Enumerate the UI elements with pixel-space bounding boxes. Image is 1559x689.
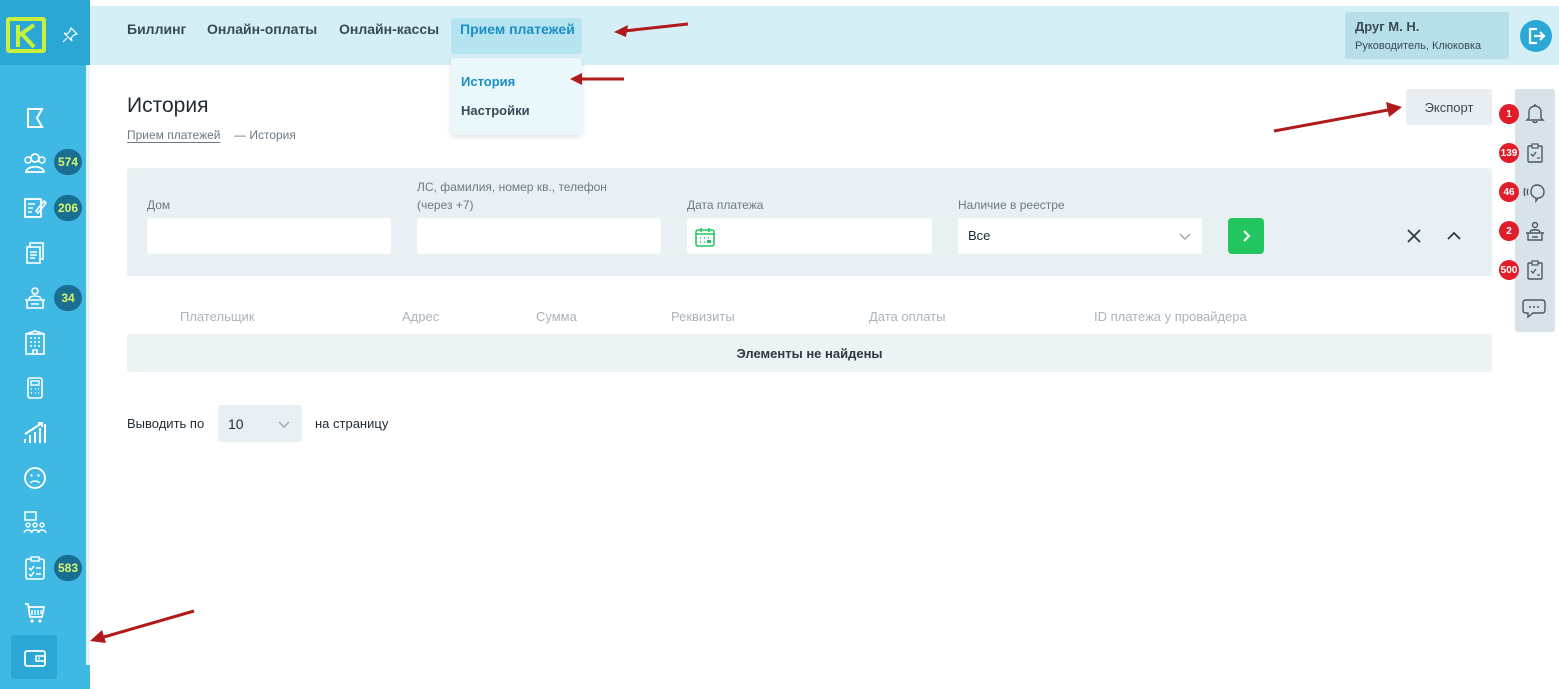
users-count-badge: 574	[54, 149, 82, 175]
cart-icon[interactable]	[20, 598, 50, 628]
collapse-filters-button[interactable]	[1445, 227, 1463, 245]
pin-icon[interactable]	[62, 26, 79, 43]
checks-badge: 500	[1499, 260, 1519, 280]
sad-face-icon[interactable]	[20, 463, 50, 493]
tasks-badge: 139	[1499, 143, 1519, 163]
breadcrumb-current: — История	[234, 128, 296, 142]
apply-filter-button[interactable]	[1228, 218, 1264, 254]
chevron-down-icon[interactable]	[1178, 229, 1192, 243]
logout-icon	[1528, 27, 1546, 45]
clipboard-check-icon[interactable]	[1521, 139, 1549, 167]
user-name: Друг М. Н.	[1355, 19, 1420, 34]
date-input[interactable]	[687, 218, 932, 254]
breadcrumb-parent-link[interactable]: Прием платежей	[127, 128, 221, 143]
chevron-right-icon	[1243, 230, 1251, 242]
bell-icon[interactable]	[1521, 99, 1549, 127]
user-role: Руководитель, Клюковка	[1355, 40, 1482, 52]
column-header-payment-date[interactable]: Дата оплаты	[869, 309, 946, 324]
chevron-up-icon	[1447, 231, 1461, 240]
house-input[interactable]	[147, 218, 391, 254]
annotation-arrow-export	[1273, 102, 1402, 133]
annotation-arrow-sidebar	[90, 609, 195, 643]
reception-badge: 2	[1499, 221, 1519, 241]
building-icon[interactable]	[20, 328, 50, 358]
clear-filters-button[interactable]	[1405, 227, 1423, 245]
per-page-value: 10	[228, 416, 244, 432]
logout-button[interactable]	[1520, 20, 1552, 52]
empty-state-row: Элементы не найдены	[127, 334, 1492, 372]
notifications-badge: 1	[1499, 104, 1519, 124]
sidebar-scrollbar[interactable]	[86, 65, 90, 665]
chat-icon[interactable]	[1521, 294, 1549, 322]
per-page-label: Выводить по	[127, 416, 205, 431]
export-button[interactable]: Экспорт	[1406, 89, 1492, 125]
broadcast-icon[interactable]	[1521, 178, 1549, 206]
account-label-line2: (через +7)	[417, 198, 474, 212]
column-header-payer[interactable]: Плательщик	[180, 309, 254, 324]
payments-dropdown	[451, 58, 582, 135]
column-header-requisites[interactable]: Реквизиты	[671, 309, 735, 324]
per-page-suffix: на страницу	[315, 416, 389, 431]
logo-icon[interactable]	[6, 17, 46, 53]
tab-online-payments[interactable]: Онлайн-оплаты	[207, 21, 317, 37]
requests-badge: 46	[1499, 182, 1519, 202]
close-icon	[1407, 229, 1421, 243]
per-page-chevron-down-icon[interactable]	[277, 417, 291, 431]
registry-label: Наличие в реестре	[958, 198, 1065, 212]
date-label: Дата платежа	[687, 198, 764, 212]
checklist-count-badge: 583	[54, 555, 82, 581]
tab-payment-acceptance[interactable]: Прием платежей	[460, 21, 575, 37]
wallet-icon[interactable]	[20, 643, 50, 673]
flag-icon[interactable]	[20, 103, 50, 133]
tasks-count-badge: 206	[54, 195, 82, 221]
registry-select[interactable]	[958, 218, 1202, 254]
person-desk-icon[interactable]	[20, 283, 50, 313]
dropdown-item-settings[interactable]: Настройки	[461, 103, 530, 118]
house-label: Дом	[147, 198, 171, 212]
calendar-icon[interactable]	[694, 226, 716, 248]
clipboard-list-icon[interactable]	[1521, 256, 1549, 284]
checklist-icon[interactable]	[20, 553, 50, 583]
users-icon[interactable]	[20, 148, 50, 178]
account-search-input[interactable]	[417, 218, 661, 254]
account-label-line1: ЛС, фамилия, номер кв., телефон	[417, 180, 607, 194]
person-desk-icon[interactable]	[1521, 217, 1549, 245]
page-title: История	[127, 94, 209, 117]
registry-select-value: Все	[968, 228, 991, 243]
tab-online-registers[interactable]: Онлайн-кассы	[339, 21, 439, 37]
column-header-provider-id[interactable]: ID платежа у провайдера	[1094, 309, 1247, 324]
column-header-amount[interactable]: Сумма	[536, 309, 577, 324]
tab-billing[interactable]: Биллинг	[127, 21, 186, 37]
chart-growth-icon[interactable]	[20, 418, 50, 448]
edit-list-icon[interactable]	[20, 193, 50, 223]
org-chart-icon[interactable]	[20, 508, 50, 538]
dropdown-item-history[interactable]: История	[461, 74, 515, 89]
column-header-address[interactable]: Адрес	[402, 309, 439, 324]
calculator-icon[interactable]	[20, 373, 50, 403]
meters-count-badge: 34	[54, 285, 82, 311]
documents-icon[interactable]	[20, 238, 50, 268]
